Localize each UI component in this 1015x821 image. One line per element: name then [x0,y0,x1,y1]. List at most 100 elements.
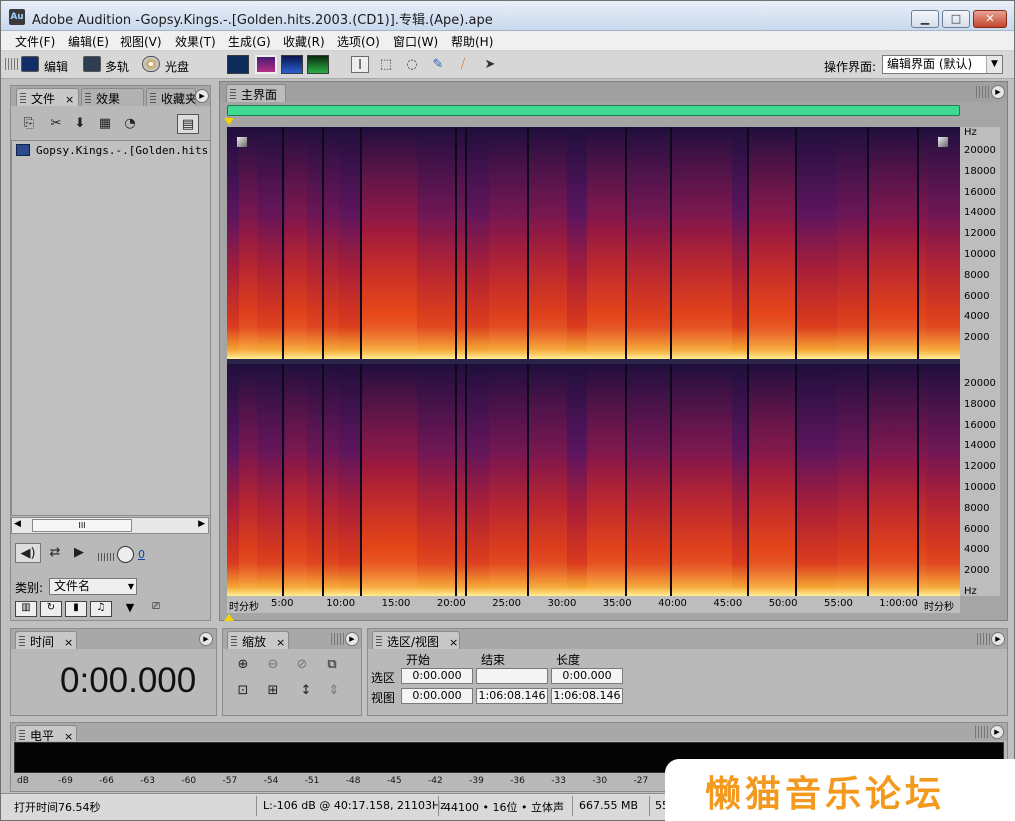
lasso-tool-icon[interactable]: ◌ [403,56,421,73]
panel-menu-icon[interactable]: ▶ [345,632,359,646]
zoom-left-edge-icon[interactable]: ⊡ [232,681,254,701]
file-list-item[interactable]: Gopsy.Kings.-.[Golden.hits [36,144,208,157]
autoplay-play-icon[interactable]: ▶ [68,543,90,563]
volume-value[interactable]: 0 [138,548,145,561]
scroll-right-icon[interactable]: ▶ [198,519,205,529]
minimize-button[interactable]: ▁ [911,10,939,28]
play-file-icon[interactable]: ◀) [15,543,41,563]
menu-view[interactable]: 视图(V) [120,33,162,50]
spectral-band [339,364,362,596]
channel-right[interactable] [227,364,960,596]
cd-view-button[interactable]: 光盘 [165,58,189,75]
time-selection-tool-icon[interactable]: I [351,56,369,73]
multitrack-view-button[interactable]: 多轨 [105,58,129,75]
close-tab-icon[interactable]: × [449,636,458,649]
spectral-band [467,127,489,359]
selection-view-panel: 选区/视图 × ▶ 开始 结束 长度 选区 视图 0:00.000 0:00.00… [367,628,1008,716]
zoom-out-vertical-icon[interactable]: ⇕ [323,681,345,701]
selection-end-field[interactable] [476,668,548,684]
insert-multitrack-icon[interactable]: ▦ [94,114,116,134]
close-tab-icon[interactable]: × [276,636,285,649]
time-ruler[interactable]: 时分秒 时分秒 5:00 10:00 15:00 20:00 25:00 30:00 35:… [227,596,960,613]
zoom-out-full-icon[interactable]: ⊘ [291,655,313,675]
scroll-left-icon[interactable]: ◀ [14,519,21,529]
show-hide-icon[interactable]: ▼ [119,601,141,617]
menu-help[interactable]: 帮助(H) [451,33,493,50]
zoom-in-vertical-icon[interactable]: ↕ [295,681,317,701]
zoom-right-edge-icon[interactable]: ⊞ [262,681,284,701]
selection-start-field[interactable]: 0:00.000 [401,668,473,684]
menu-favorites[interactable]: 收藏(R) [283,33,325,50]
show-loops-icon[interactable]: ↻ [40,601,62,617]
playhead-marker-icon[interactable] [224,118,234,125]
volume-knob[interactable] [117,546,134,563]
scrub-tool-icon[interactable]: ➤ [481,56,499,73]
marquee-tool-icon[interactable]: ⬚ [377,56,395,73]
tab-levels[interactable]: 电平 × [15,725,77,743]
menu-window[interactable]: 窗口(W) [393,33,438,50]
panel-menu-icon[interactable]: ▶ [991,632,1005,646]
tab-files[interactable]: 文件 × [16,88,79,106]
close-tab-icon[interactable]: × [65,93,74,106]
spectral-band [732,127,747,359]
show-audio-icon[interactable]: ▥ [15,601,37,617]
length-column-header: 长度 [556,653,581,667]
panel-menu-icon[interactable]: ▶ [195,89,209,103]
time-panel: 时间 × ▶ 0:00.000 [10,628,217,716]
freq-tick-label: Hz [964,586,977,597]
workspace-select[interactable]: 编辑界面 (默认) ▼ [882,55,1003,74]
spectral-display-icon[interactable] [255,55,277,74]
zoom-selection-icon[interactable]: ⧉ [321,655,343,675]
view-end-field[interactable]: 1:06:08.146 [476,688,548,704]
spot-healing-tool-icon[interactable]: ⧸ [454,56,472,73]
spectral-pan-icon[interactable] [281,55,303,74]
tab-selection-view[interactable]: 选区/视图 × [372,631,460,649]
phase-display-icon[interactable] [307,55,329,74]
show-midi-icon[interactable]: ♫ [90,601,112,617]
open-file-icon[interactable]: ⎘ [18,114,40,134]
close-tab-icon[interactable]: × [64,636,73,649]
playhead-marker-icon[interactable] [224,614,234,621]
tab-favorites[interactable]: 收藏夹 [146,88,196,106]
menu-options[interactable]: 选项(O) [337,33,380,50]
tab-main[interactable]: 主界面 [226,84,286,102]
panel-menu-icon[interactable]: ▶ [199,632,213,646]
zoom-corner-icon[interactable] [938,137,948,147]
freq-tick-label: 18000 [964,398,996,410]
menu-edit[interactable]: 编辑(E) [68,33,109,50]
tab-time[interactable]: 时间 × [15,631,77,649]
edit-view-button[interactable]: 编辑 [44,58,68,75]
show-hide-options-icon[interactable]: ▤ [177,114,199,134]
scroll-thumb[interactable]: III [32,519,132,532]
brush-tool-icon[interactable]: ✎ [429,56,447,73]
menu-generate[interactable]: 生成(G) [228,33,271,50]
selection-length-field[interactable]: 0:00.000 [551,668,623,684]
sort-select[interactable]: 文件名 ▼ [49,578,137,595]
view-start-field[interactable]: 0:00.000 [401,688,473,704]
zoom-in-horizontal-icon[interactable]: ⊕ [232,655,254,675]
channel-left[interactable] [227,127,960,359]
close-file-icon[interactable]: ✂ [45,114,67,134]
waveform-display-icon[interactable] [227,55,249,74]
overview-bar[interactable] [227,105,960,116]
full-paths-icon[interactable]: ⎚ [145,601,167,617]
loop-icon[interactable]: ⇄ [44,543,66,563]
view-length-field[interactable]: 1:06:08.146 [551,688,623,704]
tab-effects[interactable]: 效果 [81,88,144,106]
level-panel-tabbar: 电平 × ▶ [11,723,1007,743]
menu-file[interactable]: 文件(F) [15,33,55,50]
import-icon[interactable]: ⬇ [69,114,91,134]
menu-effects[interactable]: 效果(T) [175,33,216,50]
close-button[interactable]: ✕ [973,10,1007,28]
menu-bar: 文件(F) 编辑(E) 视图(V) 效果(T) 生成(G) 收藏(R) 选项(O… [1,31,1014,51]
zoom-corner-icon[interactable] [237,137,247,147]
show-video-icon[interactable]: ▮ [65,601,87,617]
spectral-display[interactable] [227,127,960,596]
file-list-scrollbar[interactable]: ◀ III ▶ [11,517,209,534]
panel-menu-icon[interactable]: ▶ [991,85,1005,99]
autoplay-icon[interactable]: ◔ [119,114,141,134]
maximize-button[interactable]: □ [942,10,970,28]
tab-zoom[interactable]: 缩放 × [227,631,289,649]
panel-menu-icon[interactable]: ▶ [990,725,1004,739]
zoom-out-horizontal-icon[interactable]: ⊖ [262,655,284,675]
